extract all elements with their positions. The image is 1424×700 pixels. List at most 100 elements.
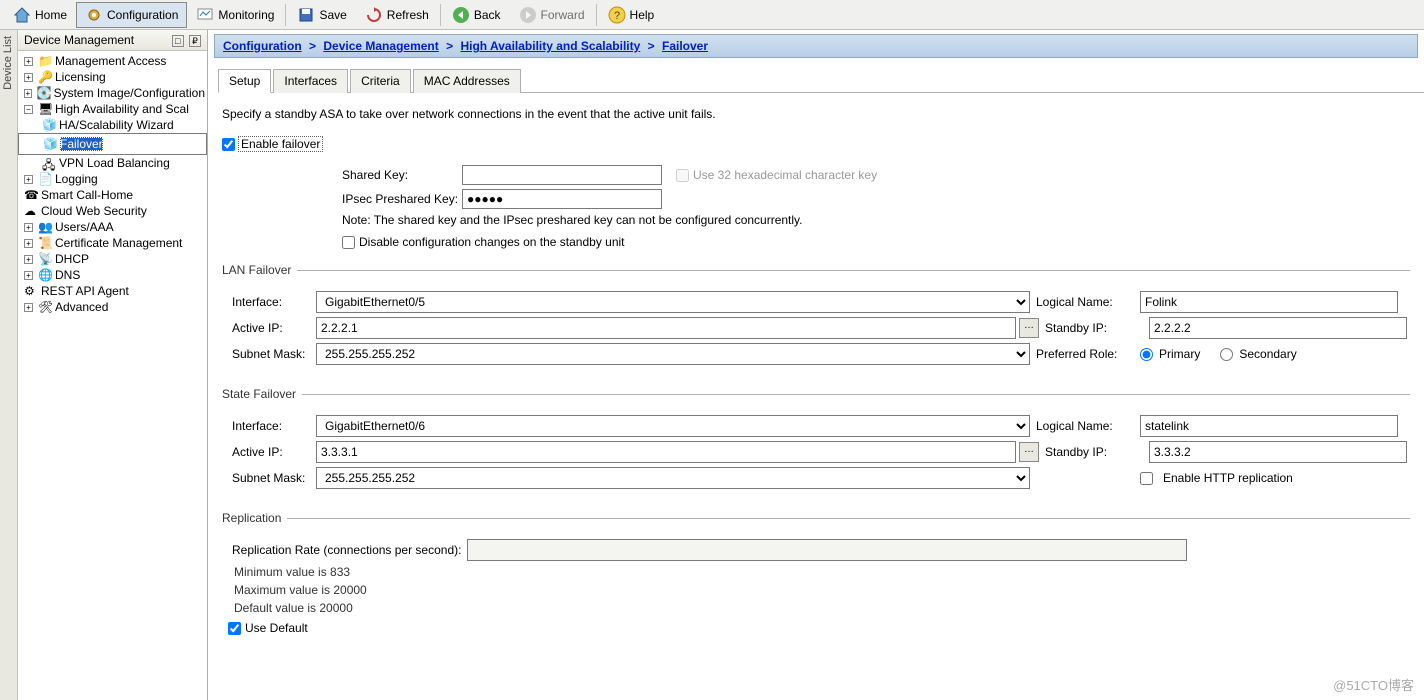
ipsec-key-input[interactable] [462,189,662,209]
default-value-text: Default value is 20000 [234,601,1410,615]
lan-interface-select[interactable]: GigabitEthernet0/5 [316,291,1030,313]
tab-setup[interactable]: Setup [218,69,271,93]
ha-icon: 🖥 [38,102,52,116]
use-default-checkbox[interactable] [228,622,241,635]
state-logical-input[interactable] [1140,415,1398,437]
primary-radio[interactable] [1140,348,1153,361]
api-icon: ⚙ [24,284,38,298]
save-label: Save [319,8,346,22]
use-default-label: Use Default [245,621,308,635]
state-subnet-select[interactable]: 255.255.255.252 [316,467,1030,489]
tree-item-system-image[interactable]: +💽System Image/Configuration [18,85,207,101]
tab-criteria[interactable]: Criteria [350,69,411,93]
refresh-button[interactable]: Refresh [356,2,438,28]
help-label: Help [630,8,655,22]
tree-item-licensing[interactable]: +🔑Licensing [18,69,207,85]
lan-logical-input[interactable] [1140,291,1398,313]
tabs: Setup Interfaces Criteria MAC Addresses [218,68,1424,93]
lan-standby-ip-input[interactable] [1149,317,1407,339]
monitoring-label: Monitoring [218,8,274,22]
key-icon: 🔑 [38,70,52,84]
sidebar-header: Device Management □ ₽ [18,30,207,51]
enable-failover-checkbox[interactable] [222,138,235,151]
http-replication-label: Enable HTTP replication [1163,471,1293,485]
lan-logical-label: Logical Name: [1036,295,1134,309]
back-label: Back [474,8,501,22]
home-button[interactable]: Home [4,2,76,28]
preferred-role-label: Preferred Role: [1036,347,1134,361]
tree-item-failover[interactable]: 🧊Failover [18,133,207,155]
svg-text:?: ? [613,10,619,22]
tree-item-vpn-load-balancing[interactable]: 🖧VPN Load Balancing [18,155,207,171]
tree-item-advanced[interactable]: +🛠Advanced [18,299,207,315]
separator [596,4,597,26]
separator [285,4,286,26]
state-failover-group: State Failover Interface: GigabitEtherne… [222,387,1410,497]
ipsec-key-label: IPsec Preshared Key: [342,192,462,206]
lan-active-ip-browse[interactable]: … [1019,318,1039,338]
state-active-ip-browse[interactable]: … [1019,442,1039,462]
tree-item-ha-wizard[interactable]: 🧊HA/Scalability Wizard [18,117,207,133]
forward-icon [519,6,537,24]
tree-item-certificate-management[interactable]: +📜Certificate Management [18,235,207,251]
crumb-configuration[interactable]: Configuration [223,39,302,53]
lan-subnet-select[interactable]: 255.255.255.252 [316,343,1030,365]
state-active-ip-label: Active IP: [222,445,310,459]
monitor-icon [196,6,214,24]
refresh-label: Refresh [387,8,429,22]
tree-item-users-aaa[interactable]: +👥Users/AAA [18,219,207,235]
shared-key-input[interactable] [462,165,662,185]
shared-key-label: Shared Key: [342,168,462,182]
tree-item-dns[interactable]: +🌐DNS [18,267,207,283]
pin-icon[interactable]: ₽ [189,35,201,47]
crumb-failover[interactable]: Failover [662,39,708,53]
lan-active-ip-input[interactable] [316,317,1016,339]
crumb-device-management[interactable]: Device Management [323,39,438,53]
secondary-radio[interactable] [1220,348,1233,361]
configuration-label: Configuration [107,8,178,22]
back-button[interactable]: Back [443,2,510,28]
min-value-text: Minimum value is 833 [234,565,1410,579]
tree-item-logging[interactable]: +📄Logging [18,171,207,187]
disable-config-checkbox[interactable] [342,236,355,249]
lan-interface-label: Interface: [222,295,310,309]
tree-item-management-access[interactable]: +📁Management Access [18,53,207,69]
tree-item-dhcp[interactable]: +📡DHCP [18,251,207,267]
save-button[interactable]: Save [288,2,355,28]
http-replication-checkbox[interactable] [1140,472,1153,485]
restore-icon[interactable]: □ [172,35,184,47]
tree-item-smart-call-home[interactable]: ☎Smart Call-Home [18,187,207,203]
device-tree[interactable]: +📁Management Access +🔑Licensing +💽System… [18,51,207,700]
gear-icon [85,6,103,24]
lan-failover-legend: LAN Failover [222,263,297,277]
tab-interfaces[interactable]: Interfaces [273,69,348,93]
configuration-button[interactable]: Configuration [76,2,187,28]
disk-icon: 💽 [37,86,51,100]
monitoring-button[interactable]: Monitoring [187,2,283,28]
state-standby-ip-label: Standby IP: [1045,445,1143,459]
state-interface-select[interactable]: GigabitEthernet0/6 [316,415,1030,437]
state-active-ip-input[interactable] [316,441,1016,463]
tree-item-rest-api[interactable]: ⚙REST API Agent [18,283,207,299]
cloud-icon: ☁ [24,204,38,218]
tree-item-cloud-web-security[interactable]: ☁Cloud Web Security [18,203,207,219]
main-toolbar: Home Configuration Monitoring Save Refre… [0,0,1424,30]
help-button[interactable]: ? Help [599,2,664,28]
tab-mac-addresses[interactable]: MAC Addresses [413,69,521,93]
use-hex-checkbox[interactable] [676,169,689,182]
side-tab[interactable]: Device List [0,30,18,700]
note-text: Note: The shared key and the IPsec presh… [342,213,1410,227]
state-standby-ip-input[interactable] [1149,441,1407,463]
log-icon: 📄 [38,172,52,186]
state-logical-label: Logical Name: [1036,419,1134,433]
advanced-icon: 🛠 [38,300,52,314]
users-icon: 👥 [38,220,52,234]
help-icon: ? [608,6,626,24]
crumb-high-availability[interactable]: High Availability and Scalability [460,39,640,53]
enable-failover-label: Enable failover [239,137,322,151]
state-subnet-label: Subnet Mask: [222,471,310,485]
forward-button[interactable]: Forward [510,2,594,28]
watermark: @51CTO博客 [1333,675,1414,694]
side-tab-label: Device List [0,30,16,96]
tree-item-high-availability[interactable]: −🖥High Availability and Scal [18,101,207,117]
